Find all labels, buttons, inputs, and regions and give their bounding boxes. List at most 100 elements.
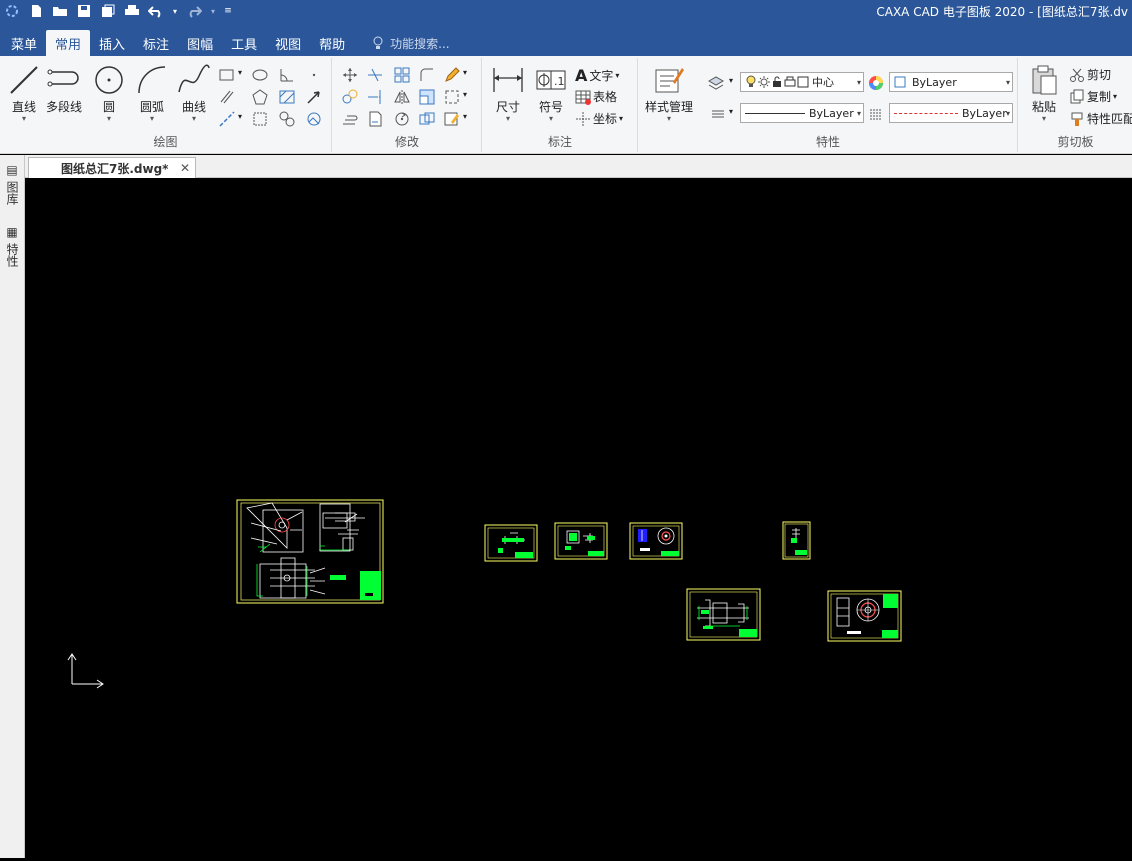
feature-search[interactable]: 功能搜索... — [354, 30, 450, 56]
hatch-icon[interactable] — [278, 88, 296, 106]
drawing-sheet-1[interactable] — [236, 499, 384, 604]
redo-dropdown-icon[interactable]: ▾ — [208, 1, 218, 21]
dimension-button[interactable]: 尺寸 ▾ — [491, 64, 525, 123]
document-tab[interactable]: 图纸总汇7张.dwg* ✕ — [28, 157, 196, 178]
drawing-sheet-4[interactable] — [629, 522, 683, 560]
tab-menu[interactable]: 菜单 — [2, 30, 46, 56]
undo-icon[interactable] — [146, 1, 166, 21]
redo-icon[interactable] — [184, 1, 204, 21]
table-button[interactable]: 表格 — [575, 88, 617, 105]
circle-dropdown-icon[interactable]: ▾ — [107, 115, 111, 123]
copy-button[interactable]: 复制 ▾ — [1069, 88, 1117, 105]
color-combo[interactable]: ByLayer ▾ — [889, 72, 1013, 92]
ellipse-icon[interactable] — [251, 66, 269, 84]
fillet-icon[interactable] — [418, 66, 436, 84]
copy-object-icon[interactable] — [341, 88, 359, 106]
tab-help[interactable]: 帮助 — [310, 30, 354, 56]
drawing-canvas[interactable] — [25, 178, 1132, 858]
mirror-icon[interactable] — [393, 88, 411, 106]
tab-view[interactable]: 视图 — [266, 30, 310, 56]
lineweight-dropdown-icon[interactable]: ▾ — [1006, 109, 1010, 118]
break-icon[interactable] — [366, 110, 384, 128]
layer-dropdown-icon[interactable]: ▾ — [857, 78, 861, 87]
layer-manager-icon[interactable] — [707, 74, 725, 92]
explode-dropdown-icon[interactable]: ▾ — [463, 90, 467, 99]
arc-dropdown-icon[interactable]: ▾ — [150, 115, 154, 123]
print-icon[interactable] — [122, 1, 142, 21]
style-manager-button[interactable]: 样式管理 ▾ — [645, 64, 693, 123]
lineweight-icon[interactable] — [867, 105, 885, 123]
drawing-sheet-7[interactable] — [827, 590, 902, 642]
rectangle-icon[interactable] — [218, 66, 236, 84]
properties-edit-icon[interactable] — [443, 110, 461, 128]
drawing-sheet-3[interactable] — [554, 522, 608, 560]
explode-icon[interactable] — [443, 88, 461, 106]
linetype-manager-dropdown-icon[interactable]: ▾ — [729, 107, 733, 116]
arrow-icon[interactable] — [305, 88, 323, 106]
copy-dropdown-icon[interactable]: ▾ — [1113, 92, 1117, 101]
stretch-icon[interactable] — [418, 110, 436, 128]
tab-sheet[interactable]: 图幅 — [178, 30, 222, 56]
region-icon[interactable] — [278, 110, 296, 128]
image-icon[interactable] — [305, 110, 323, 128]
tab-annotate[interactable]: 标注 — [134, 30, 178, 56]
layer-manager-dropdown-icon[interactable]: ▾ — [729, 76, 733, 85]
symbol-button[interactable]: .1 符号 ▾ — [535, 64, 567, 123]
cut-button[interactable]: 剪切 — [1069, 66, 1111, 83]
trim-icon[interactable] — [366, 66, 384, 84]
array-icon[interactable] — [393, 66, 411, 84]
tab-insert[interactable]: 插入 — [90, 30, 134, 56]
curve-dropdown-icon[interactable]: ▾ — [192, 115, 196, 123]
centerline-dropdown-icon[interactable]: ▾ — [238, 112, 242, 121]
undo-dropdown-icon[interactable]: ▾ — [170, 1, 180, 21]
coordinate-dropdown-icon[interactable]: ▾ — [619, 114, 623, 123]
polyline-button[interactable]: 多段线 — [46, 64, 82, 115]
block-icon[interactable] — [251, 110, 269, 128]
rotate-icon[interactable] — [393, 110, 411, 128]
scale-icon[interactable] — [418, 88, 436, 106]
line-button[interactable]: 直线 ▾ — [8, 64, 40, 123]
polygon-icon[interactable] — [251, 88, 269, 106]
lineweight-combo[interactable]: ByLayer ▾ — [889, 103, 1013, 123]
parallel-line-icon[interactable] — [218, 88, 236, 106]
paste-dropdown-icon[interactable]: ▾ — [1042, 115, 1046, 123]
style-manager-dropdown-icon[interactable]: ▾ — [667, 115, 671, 123]
app-logo-icon[interactable] — [2, 1, 22, 21]
linetype-dropdown-icon[interactable]: ▾ — [857, 109, 861, 118]
dimension-dropdown-icon[interactable]: ▾ — [506, 115, 510, 123]
point-icon[interactable] — [305, 66, 323, 84]
drawing-sheet-5[interactable] — [782, 521, 811, 560]
customize-toolbar-icon[interactable]: ≡ — [222, 1, 234, 21]
edit-dropdown-icon[interactable]: ▾ — [463, 68, 467, 77]
match-properties-button[interactable]: 特性匹配 — [1069, 110, 1132, 127]
open-folder-icon[interactable] — [50, 1, 70, 21]
drawing-sheet-6[interactable] — [686, 588, 761, 641]
angle-line-icon[interactable] — [278, 66, 296, 84]
paste-button[interactable]: 粘贴 ▾ — [1029, 64, 1059, 123]
color-wheel-icon[interactable] — [867, 74, 885, 92]
rectangle-dropdown-icon[interactable]: ▾ — [238, 68, 242, 77]
text-dropdown-icon[interactable]: ▾ — [615, 71, 619, 80]
symbol-dropdown-icon[interactable]: ▾ — [549, 115, 553, 123]
linetype-manager-icon[interactable] — [709, 105, 727, 123]
properties-panel-tab[interactable]: ▦ 特性 — [4, 225, 21, 267]
drawing-sheet-2[interactable] — [484, 524, 538, 562]
centerline-icon[interactable] — [218, 110, 236, 128]
properties-edit-dropdown-icon[interactable]: ▾ — [463, 112, 467, 121]
coordinate-button[interactable]: 坐标 ▾ — [575, 110, 623, 127]
line-dropdown-icon[interactable]: ▾ — [22, 115, 26, 123]
tab-tools[interactable]: 工具 — [222, 30, 266, 56]
edit-icon[interactable] — [443, 66, 461, 84]
tab-home[interactable]: 常用 — [46, 30, 91, 56]
layer-combo[interactable]: 中心 ▾ — [740, 72, 864, 92]
library-panel-tab[interactable]: ▤ 图库 — [4, 163, 21, 205]
extend-icon[interactable] — [366, 88, 384, 106]
arc-button[interactable]: 圆弧 ▾ — [136, 64, 168, 123]
offset-icon[interactable] — [341, 110, 359, 128]
curve-button[interactable]: 曲线 ▾ — [177, 64, 211, 123]
save-all-icon[interactable] — [98, 1, 118, 21]
close-icon[interactable]: ✕ — [180, 161, 190, 175]
move-icon[interactable] — [341, 66, 359, 84]
new-file-icon[interactable] — [26, 1, 46, 21]
linetype-combo[interactable]: ByLayer ▾ — [740, 103, 864, 123]
